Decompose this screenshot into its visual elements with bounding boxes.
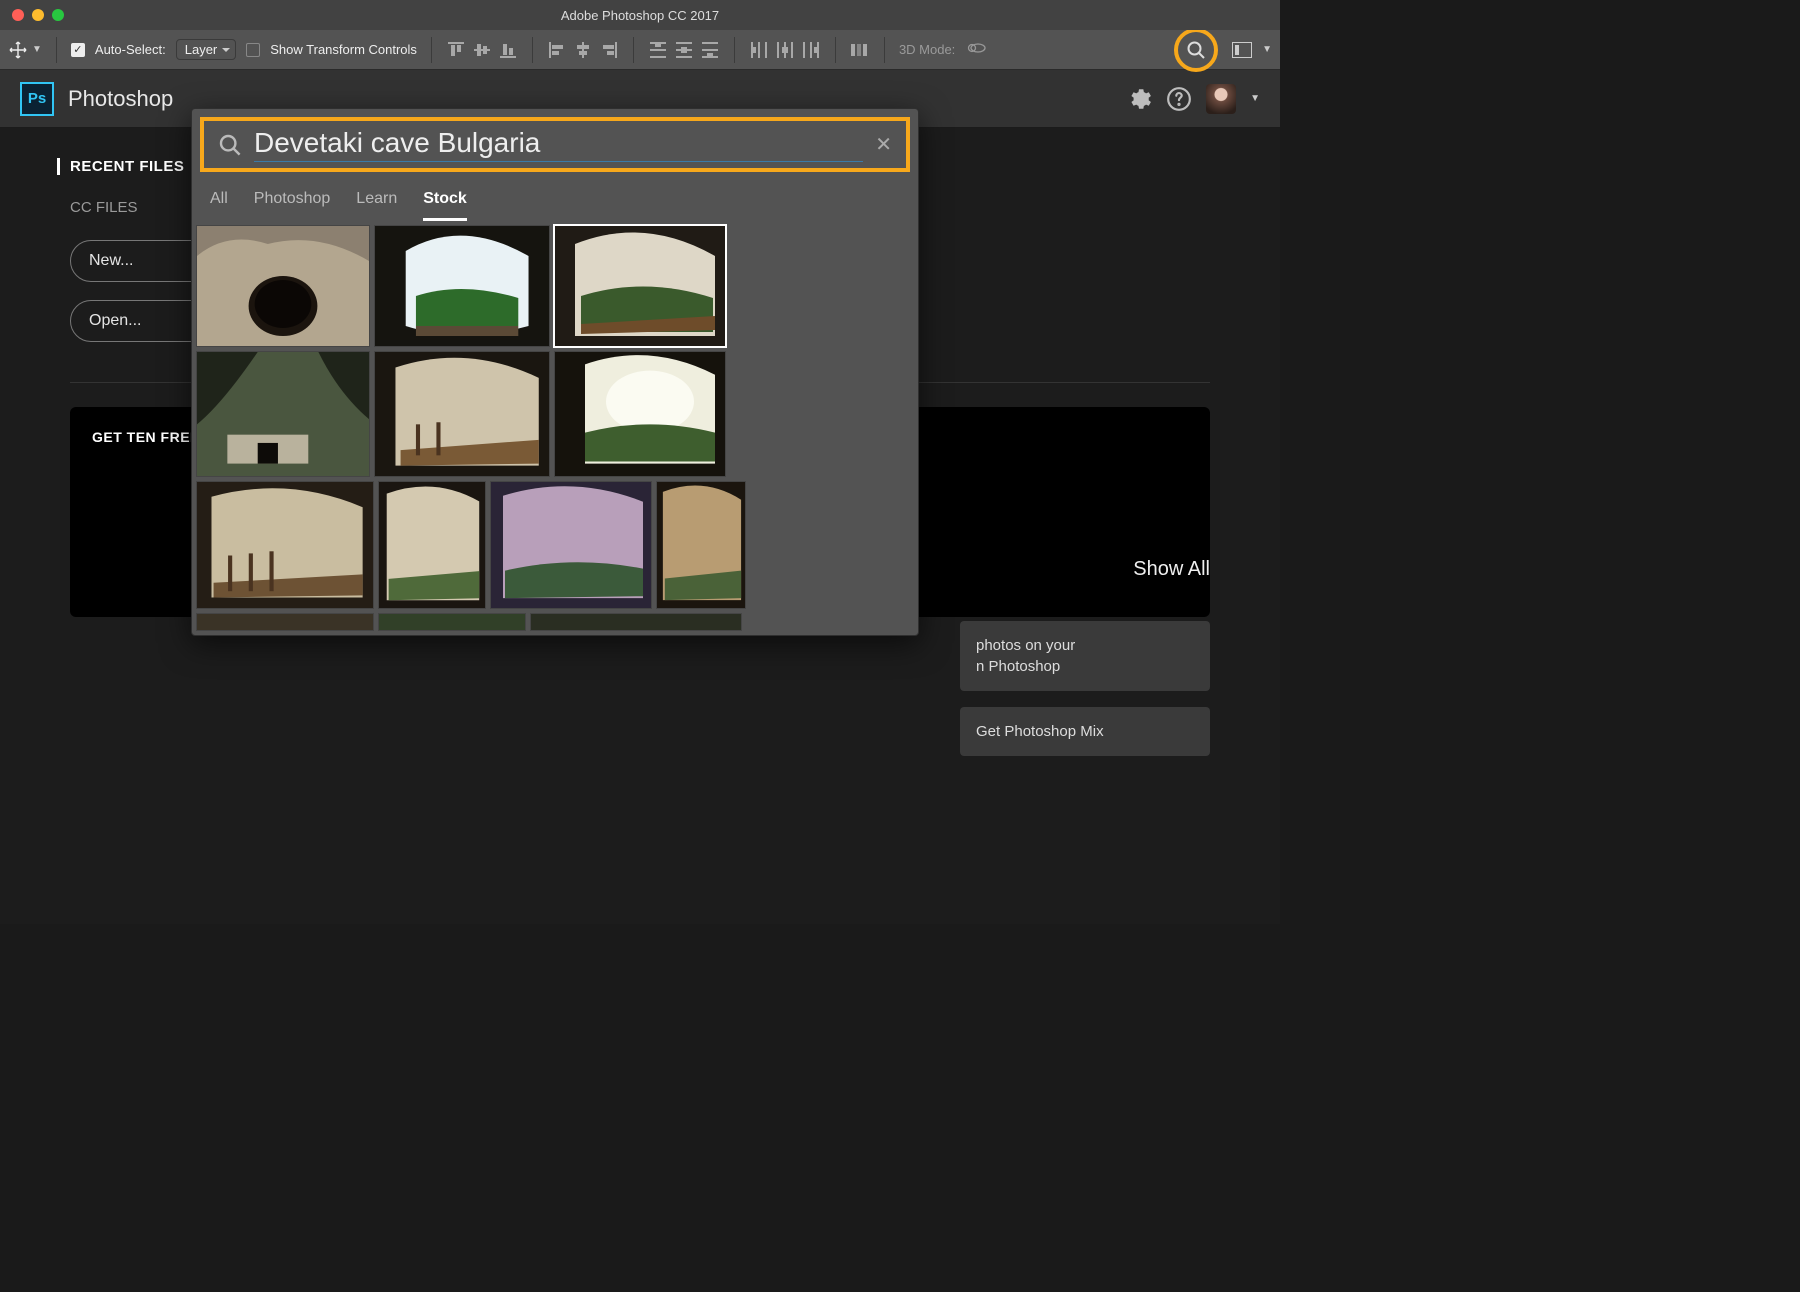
search-button-highlight[interactable]: [1174, 28, 1218, 72]
align-edges-group: [446, 41, 518, 59]
move-tool-indicator[interactable]: ▼: [8, 40, 42, 60]
align-bottom-icon[interactable]: [498, 41, 518, 59]
align-hcenter-icon[interactable]: [573, 41, 593, 59]
show-transform-label: Show Transform Controls: [270, 42, 417, 57]
separator: [734, 37, 735, 63]
stock-thumbnail[interactable]: [378, 613, 526, 631]
move-tool-icon: [8, 40, 28, 60]
card-text: n Photoshop: [976, 656, 1194, 677]
card-text: photos on your: [976, 635, 1194, 656]
promo-card-lightroom[interactable]: photos on your n Photoshop: [960, 621, 1210, 691]
auto-select-dropdown[interactable]: Layer: [176, 39, 237, 60]
distribute-vcenter-icon[interactable]: [674, 41, 694, 59]
auto-select-label: Auto-Select:: [95, 42, 166, 57]
stock-thumbnail[interactable]: [490, 481, 652, 609]
chevron-down-icon: ▼: [32, 44, 42, 55]
traffic-lights: [12, 9, 64, 21]
3d-mode-label: 3D Mode:: [899, 42, 955, 57]
stock-thumbnail[interactable]: [196, 225, 370, 347]
separator: [884, 37, 885, 63]
stock-thumbnail[interactable]: [554, 351, 726, 477]
auto-align-icon[interactable]: [850, 41, 870, 59]
distribute-right-icon[interactable]: [801, 41, 821, 59]
separator: [532, 37, 533, 63]
separator: [633, 37, 634, 63]
show-transform-checkbox[interactable]: [246, 43, 260, 57]
separator: [431, 37, 432, 63]
promo-card-mix[interactable]: Get Photoshop Mix: [960, 707, 1210, 756]
distribute-horizontal-group: [749, 41, 821, 59]
stock-thumbnail[interactable]: [656, 481, 746, 609]
search-tab-stock[interactable]: Stock: [423, 184, 467, 221]
app-name-label: Photoshop: [68, 86, 173, 112]
stock-thumbnail[interactable]: [530, 613, 742, 631]
stock-thumbnail[interactable]: [196, 351, 370, 477]
in-app-search-panel: ✕ All Photoshop Learn Stock: [191, 108, 919, 636]
chevron-down-icon[interactable]: ▼: [1250, 93, 1260, 104]
stock-thumbnail[interactable]: [378, 481, 486, 609]
stock-thumbnail[interactable]: [374, 351, 550, 477]
separator: [56, 37, 57, 63]
align-vcenter-icon[interactable]: [472, 41, 492, 59]
search-tab-all[interactable]: All: [210, 184, 228, 221]
show-all-link[interactable]: Show All: [960, 558, 1210, 581]
distribute-top-icon[interactable]: [648, 41, 668, 59]
window-titlebar: Adobe Photoshop CC 2017: [0, 0, 1280, 30]
distribute-vertical-group: [648, 41, 720, 59]
card-text: Get Photoshop Mix: [976, 721, 1194, 742]
zoom-window-button[interactable]: [52, 9, 64, 21]
settings-button[interactable]: [1126, 86, 1152, 112]
align-horizontal-group: [547, 41, 619, 59]
distribute-hcenter-icon[interactable]: [775, 41, 795, 59]
chevron-down-icon[interactable]: ▼: [1262, 44, 1272, 55]
distribute-left-icon[interactable]: [749, 41, 769, 59]
search-tab-learn[interactable]: Learn: [356, 184, 397, 221]
options-bar: ▼ ✓ Auto-Select: Layer Show Transform Co…: [0, 30, 1280, 70]
search-field-highlight: ✕: [200, 117, 910, 172]
separator: [835, 37, 836, 63]
search-icon: [218, 133, 242, 157]
align-top-icon[interactable]: [446, 41, 466, 59]
clear-search-button[interactable]: ✕: [875, 132, 892, 157]
3d-orbit-icon[interactable]: [965, 40, 987, 59]
auto-select-checkbox[interactable]: ✓: [71, 43, 85, 57]
workspace-switcher-icon[interactable]: [1232, 42, 1252, 58]
user-avatar[interactable]: [1206, 84, 1236, 114]
close-window-button[interactable]: [12, 9, 24, 21]
search-tabs: All Photoshop Learn Stock: [192, 180, 918, 221]
help-button[interactable]: [1166, 86, 1192, 112]
stock-thumbnail[interactable]: [196, 481, 374, 609]
stock-thumbnail[interactable]: [196, 613, 374, 631]
distribute-bottom-icon[interactable]: [700, 41, 720, 59]
auto-align-group: [850, 41, 870, 59]
window-title: Adobe Photoshop CC 2017: [561, 8, 719, 23]
stock-thumbnail[interactable]: [374, 225, 550, 347]
stock-results-grid: [192, 221, 918, 635]
align-left-icon[interactable]: [547, 41, 567, 59]
ps-logo: Ps: [20, 82, 54, 116]
stock-thumbnail-selected[interactable]: [554, 225, 726, 347]
right-side-cards: Show All photos on your n Photoshop Get …: [960, 558, 1210, 772]
search-input[interactable]: [254, 127, 863, 162]
align-right-icon[interactable]: [599, 41, 619, 59]
search-tab-photoshop[interactable]: Photoshop: [254, 184, 331, 221]
minimize-window-button[interactable]: [32, 9, 44, 21]
